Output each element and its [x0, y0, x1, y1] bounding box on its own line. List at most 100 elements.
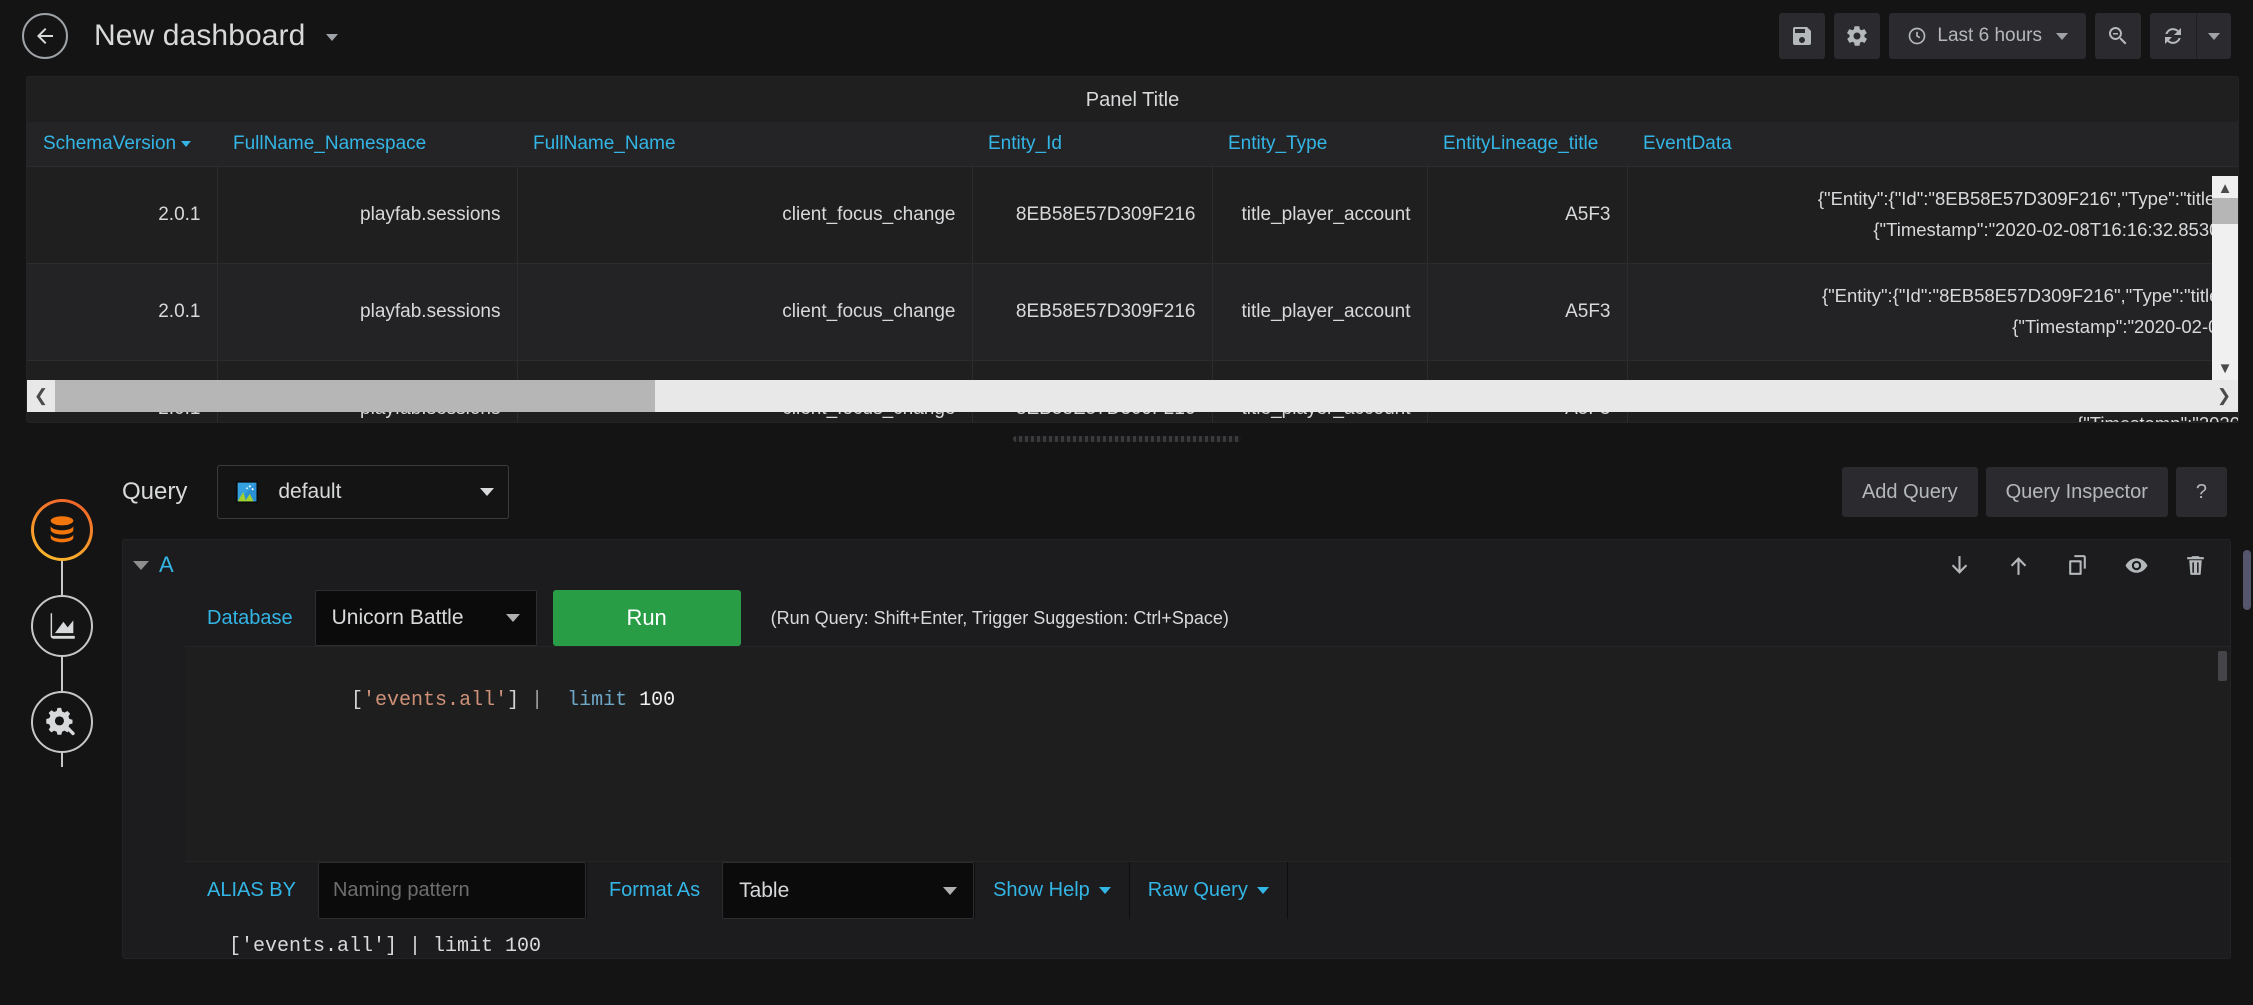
database-value: Unicorn Battle: [331, 606, 464, 629]
cell-eventdata: {"Entity":{"Id":"8EB58E57D309F216","Type…: [1627, 263, 2238, 361]
database-select[interactable]: Unicorn Battle: [314, 590, 537, 646]
column-label: SchemaVersion: [43, 133, 177, 154]
column-header-schemaversion[interactable]: SchemaVersion: [27, 122, 217, 167]
panel-title[interactable]: Panel Title: [27, 77, 2238, 122]
add-query-button[interactable]: Add Query: [1841, 467, 1978, 517]
arrow-left-icon: [37, 28, 53, 44]
show-help-toggle[interactable]: Show Help: [975, 862, 1129, 919]
code-token-number: 100: [639, 689, 676, 712]
sidebar-item-visualization[interactable]: [31, 595, 93, 657]
run-query-hint: (Run Query: Shift+Enter, Trigger Suggest…: [748, 590, 2230, 646]
table-vertical-scrollbar[interactable]: ▲ ▼: [2212, 176, 2238, 381]
column-label: FullName_Namespace: [233, 133, 427, 154]
refresh-interval-dropdown[interactable]: [2196, 13, 2231, 59]
vertical-scroll-thumb[interactable]: [2212, 198, 2238, 224]
sort-desc-icon: [181, 140, 192, 147]
cell-name: client_focus_change: [517, 166, 973, 264]
table-header: SchemaVersion FullName_Namespace FullNam…: [27, 122, 2238, 167]
eventdata-line-2: {"Timestamp":"2020-02-08T16:16:32.853000: [1873, 219, 2238, 240]
query-row-header: A: [123, 540, 2230, 590]
cell-namespace: playfab.sessions: [217, 166, 518, 264]
query-refid-label[interactable]: A: [159, 552, 174, 578]
column-label: EventData: [1643, 133, 1732, 154]
column-header-eventdata[interactable]: EventData: [1627, 122, 2238, 167]
editor-tab-rail: [0, 445, 140, 985]
table-horizontal-scrollbar[interactable]: ❮ ❯: [27, 380, 2238, 412]
query-row-a: A Database Unicorn Battle Run (Run Query…: [122, 539, 2231, 959]
chevron-down-icon: [2208, 32, 2220, 40]
column-label: EntityLineage_title: [1443, 133, 1599, 154]
datasource-name: default: [278, 480, 342, 503]
run-query-button[interactable]: Run: [552, 590, 741, 646]
page-title[interactable]: New dashboard: [94, 19, 338, 53]
refresh-button[interactable]: [2150, 13, 2196, 59]
cell-entity-id: 8EB58E57D309F216: [972, 166, 1213, 264]
resize-grip[interactable]: [1012, 436, 1241, 442]
cell-schemaversion: 2.0.1: [27, 263, 218, 361]
alias-by-input[interactable]: [317, 862, 586, 919]
show-help-label: Show Help: [993, 879, 1090, 901]
time-range-picker[interactable]: Last 6 hours: [1889, 13, 2086, 59]
sidebar-item-queries[interactable]: [31, 499, 140, 561]
top-navbar: New dashboard Last 6 hours: [0, 0, 2253, 72]
cell-name: client_focus_change: [517, 263, 973, 361]
zoom-out-icon: [2108, 26, 2127, 45]
save-disk-icon: [1793, 27, 1812, 45]
query-help-button[interactable]: ?: [2175, 467, 2227, 517]
toggle-query-visibility-icon[interactable]: [2124, 553, 2149, 578]
editor-scroll-thumb[interactable]: [2243, 550, 2251, 610]
scroll-left-arrow[interactable]: ❮: [27, 386, 55, 406]
chevron-down-icon: [325, 33, 338, 41]
kusto-code-editor[interactable]: ['events.all'] | limit 100: [185, 646, 2230, 861]
code-editor-scrollbar[interactable]: [2214, 647, 2230, 861]
move-query-down-icon[interactable]: [1947, 553, 1972, 578]
column-header-entity-id[interactable]: Entity_Id: [972, 122, 1212, 167]
column-header-fullname-name[interactable]: FullName_Name: [517, 122, 972, 167]
time-range-label: Last 6 hours: [1937, 25, 2042, 46]
cell-entity-id: 8EB58E57D309F216: [972, 263, 1213, 361]
column-header-fullname-namespace[interactable]: FullName_Namespace: [217, 122, 517, 167]
save-dashboard-button[interactable]: [1779, 13, 1826, 59]
zoom-out-time-button[interactable]: [2095, 13, 2141, 59]
chevron-down-icon: [1256, 887, 1269, 894]
move-query-up-icon[interactable]: [2006, 553, 2031, 578]
dashboard-settings-button[interactable]: [1834, 13, 1881, 59]
query-controls: Database Unicorn Battle Run (Run Query: …: [185, 590, 2230, 646]
column-header-entitylineage-title[interactable]: EntityLineage_title: [1427, 122, 1627, 167]
chevron-down-icon: [943, 886, 958, 895]
duplicate-query-icon[interactable]: [2065, 553, 2090, 578]
panel-editor: Query default Add Query Query Inspector …: [0, 445, 2253, 985]
editor-vertical-scrollbar[interactable]: [2241, 430, 2253, 1005]
azure-data-explorer-icon: [236, 480, 259, 504]
remove-query-icon[interactable]: [2183, 553, 2208, 578]
eventdata-line-1: {"Entity":{"Id":"8EB58E57D309F216","Type…: [1821, 285, 2238, 307]
table-row: 2.0.1 playfab.sessions client_focus_chan…: [27, 263, 2238, 361]
refresh-control-group: [2150, 13, 2231, 59]
code-token-bracket-close: ]: [507, 689, 520, 712]
database-label: Database: [185, 590, 315, 646]
format-as-value: Table: [739, 878, 790, 902]
cell-namespace: playfab.sessions: [217, 263, 518, 361]
horizontal-scroll-thumb[interactable]: [55, 380, 655, 412]
scroll-down-arrow[interactable]: ▼: [2218, 356, 2233, 381]
query-section-label: Query: [122, 478, 188, 505]
collapse-query-icon[interactable]: [133, 560, 149, 570]
format-as-select[interactable]: Table: [722, 862, 975, 919]
table-row: 2.0.1 playfab.sessions client_focus_chan…: [27, 166, 2238, 264]
dashboard-title-text: New dashboard: [94, 19, 306, 52]
raw-query-toggle[interactable]: Raw Query: [1129, 862, 1287, 919]
code-token-pipe: |: [531, 689, 544, 712]
alias-by-label: ALIAS BY: [185, 862, 318, 919]
query-inspector-button[interactable]: Query Inspector: [1985, 467, 2168, 517]
query-header: Query default Add Query Query Inspector …: [122, 457, 2253, 527]
raw-query-preview: ['events.all'] | limit 100: [229, 935, 542, 958]
code-token-bracket-open: [: [351, 689, 364, 712]
sidebar-item-general[interactable]: [31, 691, 93, 753]
column-header-entity-type[interactable]: Entity_Type: [1212, 122, 1427, 167]
scroll-right-arrow[interactable]: ❯: [2210, 386, 2238, 406]
eventdata-line-2: {"Timestamp":"2020-02-08T: [2012, 316, 2238, 337]
datasource-picker[interactable]: default: [217, 465, 510, 519]
back-button[interactable]: [22, 13, 68, 59]
panel-resize-handle[interactable]: [0, 423, 2253, 445]
cell-entity-type: title_player_account: [1212, 263, 1428, 361]
